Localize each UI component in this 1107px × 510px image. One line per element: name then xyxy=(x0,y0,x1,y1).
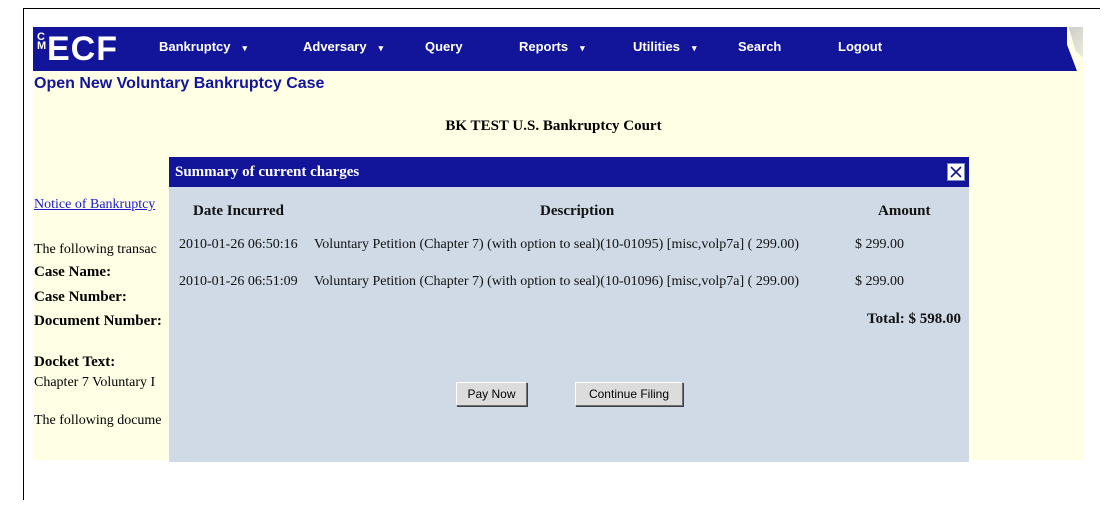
chevron-down-icon: ▾ xyxy=(580,43,585,53)
row-date: 2010-01-26 06:51:09 xyxy=(179,274,298,289)
transaction-text: The following transac xyxy=(34,242,157,257)
notice-of-bankruptcy-link[interactable]: Notice of Bankruptcy xyxy=(34,197,155,213)
nav-search[interactable]: Search xyxy=(738,39,781,54)
docket-text-label: Docket Text: xyxy=(34,354,116,370)
logo-cm-text: CM xyxy=(37,31,47,52)
nav-bankruptcy[interactable]: Bankruptcy ▾ xyxy=(159,39,247,54)
logo-ecf-text: ECF xyxy=(47,30,118,68)
date-incurred-header: Date Incurred xyxy=(193,203,284,219)
nav-reports[interactable]: Reports ▾ xyxy=(519,39,585,54)
case-number-label: Case Number: xyxy=(34,289,127,305)
description-header: Description xyxy=(540,203,615,219)
pay-now-button[interactable]: Pay Now xyxy=(456,382,527,406)
amount-header: Amount xyxy=(878,203,931,219)
dialog-title-bar: Summary of current charges xyxy=(169,157,969,187)
nav-logout[interactable]: Logout xyxy=(838,39,882,54)
court-name: BK TEST U.S. Bankruptcy Court xyxy=(445,118,662,134)
dialog-title: Summary of current charges xyxy=(175,164,360,180)
total-amount: Total: $ 598.00 xyxy=(866,311,961,327)
row-description: Voluntary Petition (Chapter 7) (with opt… xyxy=(314,274,799,289)
chevron-down-icon: ▾ xyxy=(378,43,384,53)
close-icon xyxy=(950,166,962,178)
row-amount: $ 299.00 xyxy=(855,274,904,289)
cmecf-logo: CM ECF xyxy=(35,29,125,69)
following-documents-text: The following docume xyxy=(34,413,162,428)
nav-query[interactable]: Query xyxy=(425,39,463,54)
case-name-label: Case Name: xyxy=(34,264,112,280)
row-description: Voluntary Petition (Chapter 7) (with opt… xyxy=(314,237,799,252)
charges-summary-dialog: Summary of current charges Date Incurred… xyxy=(169,157,969,462)
nav-utilities[interactable]: Utilities ▾ xyxy=(633,39,697,54)
chevron-down-icon: ▾ xyxy=(242,43,248,53)
row-date: 2010-01-26 06:50:16 xyxy=(179,237,298,252)
document-number-label: Document Number: xyxy=(34,313,162,329)
chevron-down-icon: ▾ xyxy=(691,43,697,53)
docket-text-value: Chapter 7 Voluntary I xyxy=(34,375,156,390)
top-navbar: CM ECF Bankruptcy ▾ Adversary ▾ Query Repo… xyxy=(33,27,1083,71)
close-button[interactable] xyxy=(947,163,965,181)
page-title: Open New Voluntary Bankruptcy Case xyxy=(34,75,325,92)
row-amount: $ 299.00 xyxy=(855,237,904,252)
continue-filing-button[interactable]: Continue Filing xyxy=(575,382,683,406)
nav-adversary[interactable]: Adversary ▾ xyxy=(303,39,383,54)
